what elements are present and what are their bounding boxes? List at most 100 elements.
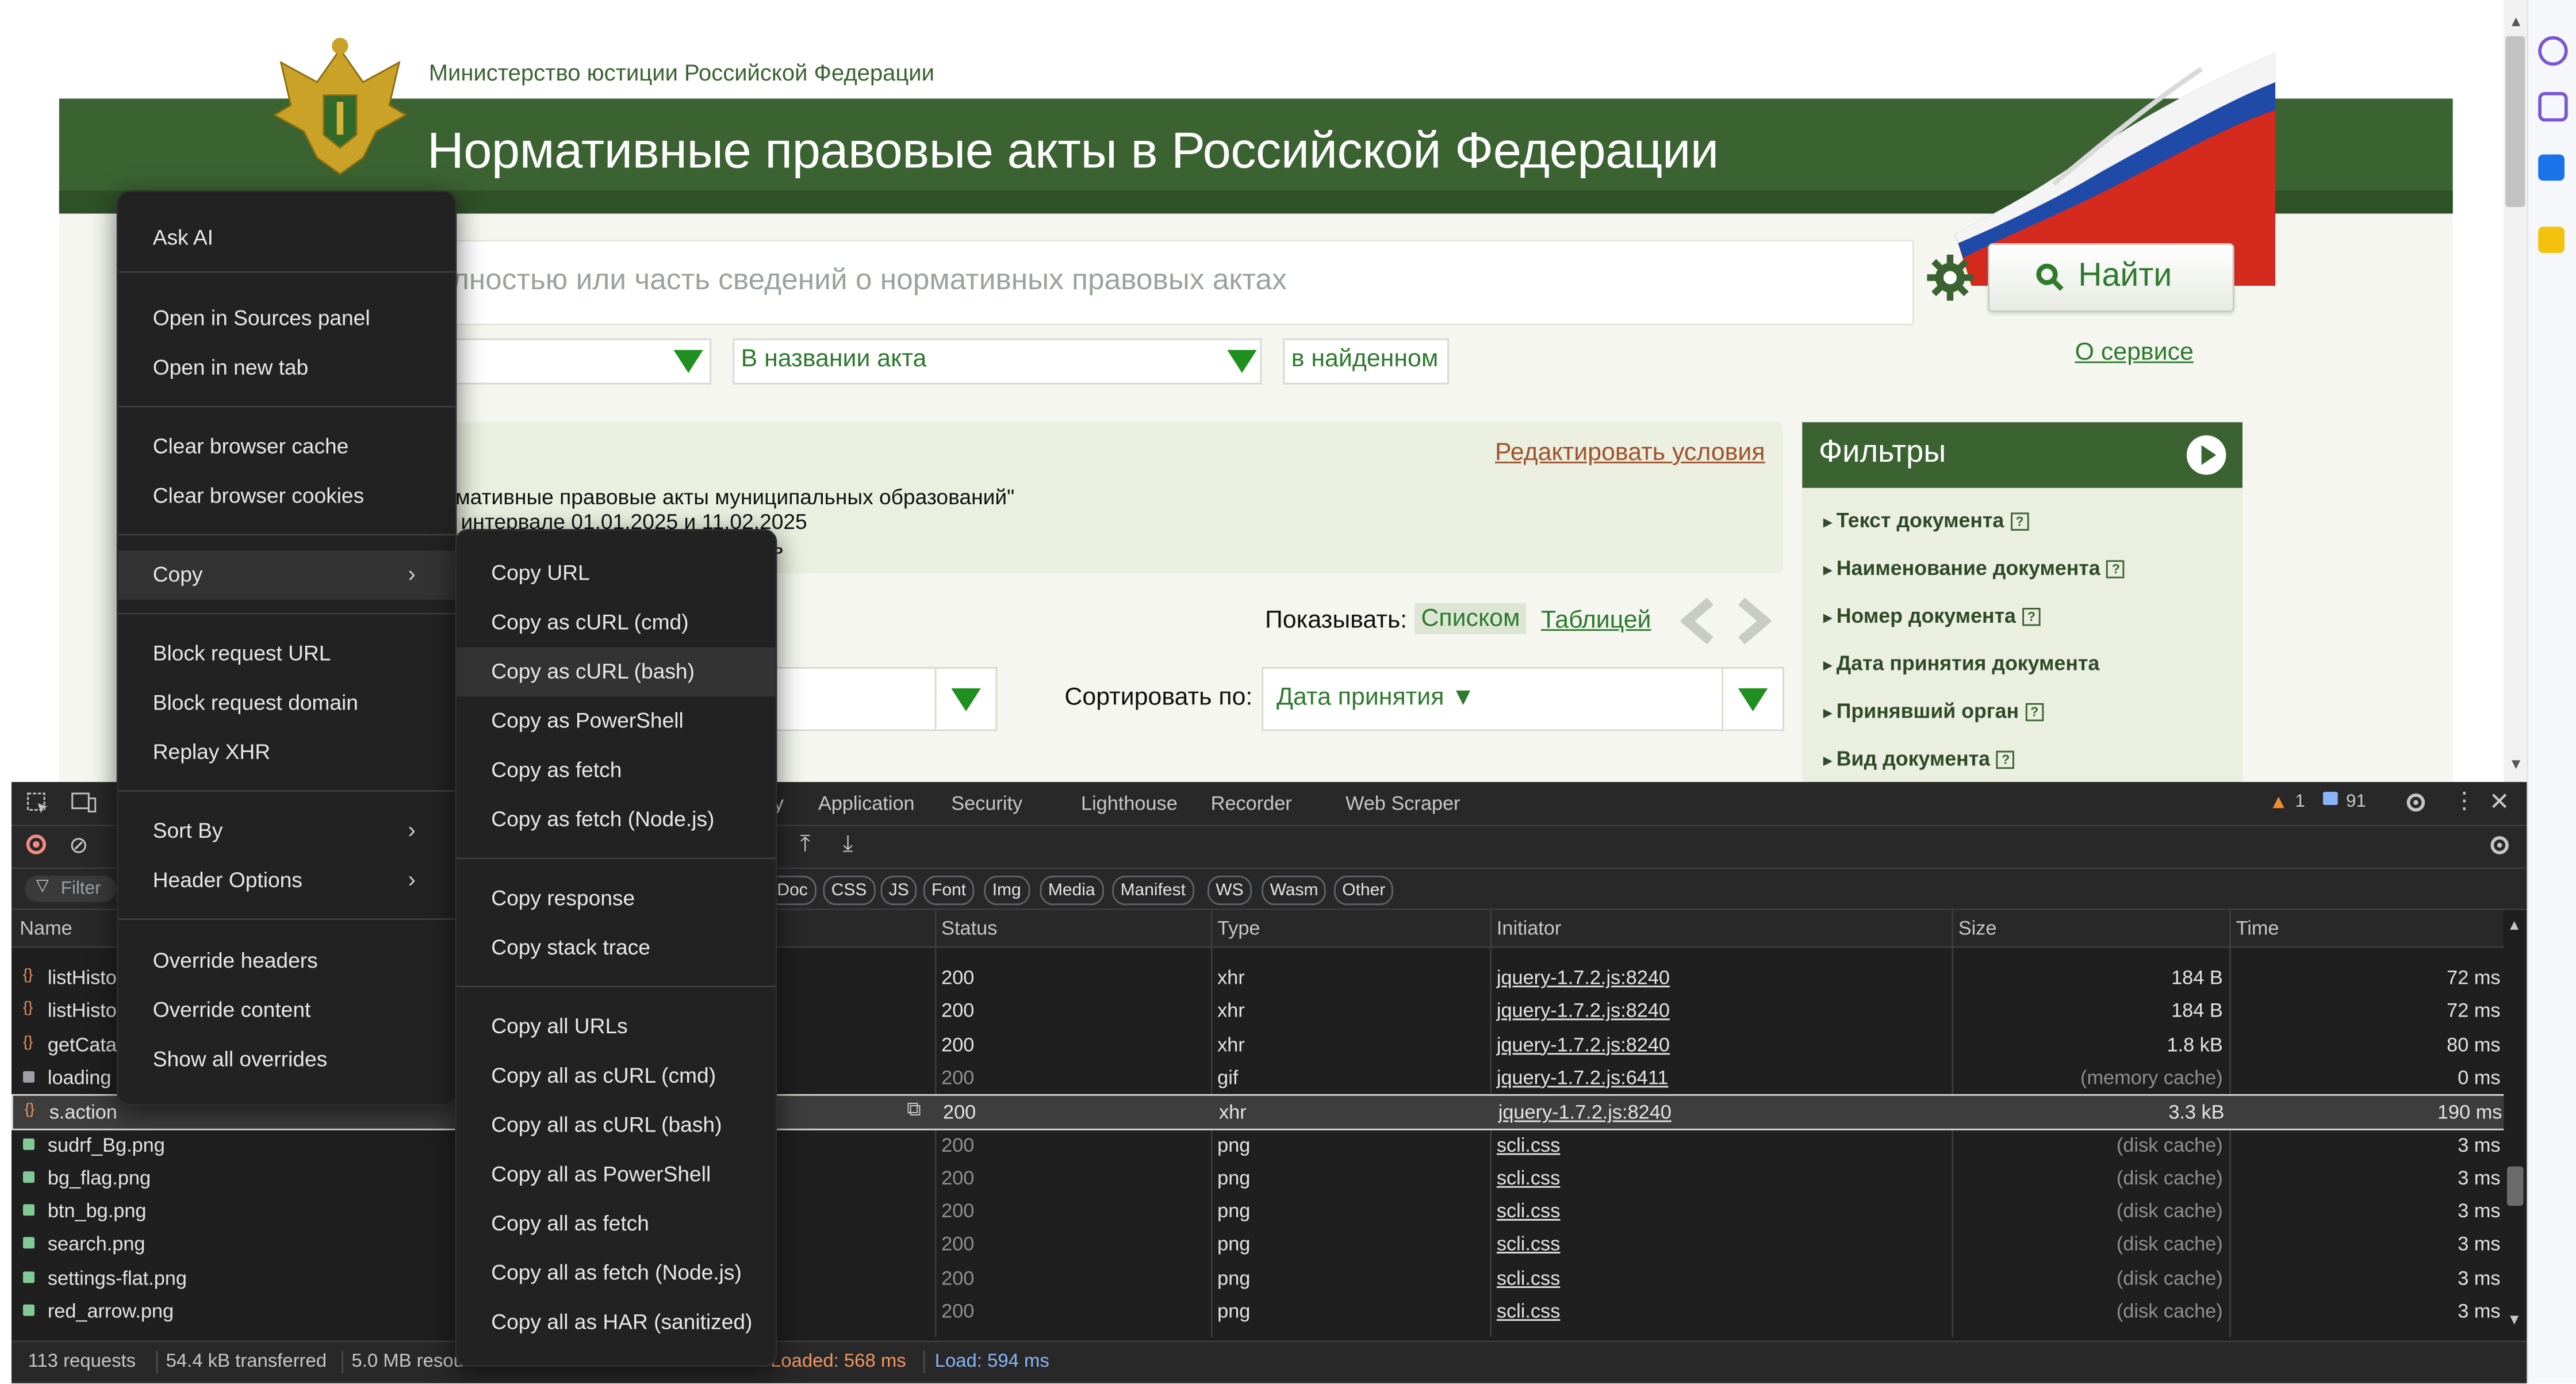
type-filter-wasm[interactable]: Wasm xyxy=(1262,875,1327,906)
show-as-table-link[interactable]: Таблицей xyxy=(1541,606,1651,634)
copy-item-copy-as-fetch[interactable]: Copy as fetch xyxy=(457,746,775,795)
menu-item-block-request-url[interactable]: Block request URL xyxy=(118,629,455,678)
network-scrollbar-thumb[interactable] xyxy=(2507,1166,2524,1206)
clear-log-icon[interactable]: ⊘ xyxy=(69,831,89,860)
filter-item[interactable]: ▸ Вид документа? xyxy=(1823,747,2015,770)
col-time[interactable]: Time xyxy=(2236,917,2279,940)
edit-conditions-link[interactable]: Редактировать условия xyxy=(1495,439,1765,467)
filters-toggle-icon[interactable] xyxy=(2186,435,2226,475)
search-in-found-checkbox[interactable]: в найденном xyxy=(1283,338,1449,385)
help-icon[interactable]: ? xyxy=(1996,750,2015,769)
copy-item-copy-stack-trace[interactable]: Copy stack trace xyxy=(457,923,775,973)
col-size[interactable]: Size xyxy=(1958,917,1997,940)
warning-icon[interactable]: ▲ xyxy=(2269,790,2288,813)
replay-request-icon[interactable]: ⧉ xyxy=(907,1098,921,1122)
request-initiator-link[interactable]: jquery-1.7.2.js:8240 xyxy=(1497,999,1670,1022)
col-status[interactable]: Status xyxy=(941,917,997,940)
network-request-row[interactable]: settings-flat.png 200 png scli.css (disk cac… xyxy=(12,1261,2504,1294)
message-icon[interactable] xyxy=(2323,792,2338,805)
menu-item-clear-browser-cache[interactable]: Clear browser cache xyxy=(118,422,455,471)
type-filter-media[interactable]: Media xyxy=(1040,875,1103,906)
next-page-arrow-icon[interactable] xyxy=(1735,598,1771,644)
scroll-up-icon[interactable]: ▲ xyxy=(2507,917,2521,933)
close-devtools-icon[interactable]: ✕ xyxy=(2489,787,2510,816)
copy-item-copy-all-urls[interactable]: Copy all URLs xyxy=(457,1002,775,1052)
tab-web-scraper[interactable]: Web Scraper xyxy=(1346,792,1460,815)
menu-item-header-options[interactable]: Header Options › xyxy=(118,856,455,906)
messages-count[interactable]: 91 xyxy=(2346,792,2366,811)
import-har-icon[interactable]: ⤒ xyxy=(800,830,810,858)
request-initiator-link[interactable]: scli.css xyxy=(1497,1133,1560,1156)
filter-item[interactable]: ▸ Дата принятия документа xyxy=(1823,652,2099,675)
network-scrollbar[interactable] xyxy=(2504,910,2527,1337)
help-icon[interactable]: ? xyxy=(2107,560,2125,578)
network-request-row[interactable]: btn_bg.png 200 png scli.css (disk cache) 3 ms xyxy=(12,1194,2504,1227)
type-filter-font[interactable]: Font xyxy=(923,875,975,906)
network-request-row[interactable]: search.png 200 png scli.css (disk cache) 3 ms xyxy=(12,1228,2504,1260)
filters-header[interactable]: Фильтры xyxy=(1802,422,2242,488)
filter-input[interactable]: ▽ Filter xyxy=(24,875,117,902)
menu-item-show-all-overrides[interactable]: Show all overrides xyxy=(118,1035,455,1084)
network-request-row[interactable]: bg_flag.png 200 png scli.css (disk cache) 3 m… xyxy=(12,1161,2504,1194)
database-icon[interactable] xyxy=(2538,154,2564,181)
copy-item-copy-url[interactable]: Copy URL xyxy=(457,549,775,598)
search-input[interactable]: лностью или часть сведений о нормативных… xyxy=(452,263,1287,297)
copy-item-copy-response[interactable]: Copy response xyxy=(457,874,775,923)
filter-item[interactable]: ▸ Наименование документа? xyxy=(1823,557,2125,580)
col-initiator[interactable]: Initiator xyxy=(1497,917,1561,940)
device-toolbar-icon[interactable] xyxy=(71,792,97,815)
scroll-up-icon[interactable]: ▲ xyxy=(2509,13,2523,30)
extension-icon[interactable] xyxy=(2538,92,2568,122)
tab-recorder[interactable]: Recorder xyxy=(1211,792,1292,815)
help-icon[interactable]: ? xyxy=(2025,703,2044,722)
scroll-down-icon[interactable]: ▼ xyxy=(2507,1311,2521,1328)
menu-item-copy[interactable]: Copy › xyxy=(118,550,455,600)
find-button[interactable]: Найти xyxy=(1988,243,2234,312)
record-icon[interactable] xyxy=(26,834,46,854)
request-initiator-link[interactable]: jquery-1.7.2.js:8240 xyxy=(1497,966,1670,989)
copy-item-copy-as-curl-cmd[interactable]: Copy as cURL (cmd) xyxy=(457,598,775,647)
copy-item-copy-all-as-fetch[interactable]: Copy all as fetch xyxy=(457,1199,775,1249)
menu-item-override-content[interactable]: Override content xyxy=(118,986,455,1035)
export-har-icon[interactable]: ⤓ xyxy=(843,830,853,858)
copy-item-copy-all-as-curl-cmd[interactable]: Copy all as cURL (cmd) xyxy=(457,1052,775,1101)
about-service-link[interactable]: О сервисе xyxy=(2075,339,2194,367)
filter-item[interactable]: ▸ Номер документа? xyxy=(1823,604,2041,627)
copy-item-copy-all-as-har-sanitized[interactable]: Copy all as HAR (sanitized) xyxy=(457,1298,775,1347)
request-initiator-link[interactable]: scli.css xyxy=(1497,1266,1560,1289)
type-filter-doc[interactable]: Doc xyxy=(770,875,816,906)
menu-item-clear-browser-cookies[interactable]: Clear browser cookies xyxy=(118,471,455,521)
sort-by-select[interactable]: Дата принятия ▼ xyxy=(1262,667,1784,731)
network-request-row[interactable]: sudrf_Bg.png 200 png scli.css (disk cache) 3 … xyxy=(12,1128,2504,1160)
python-icon[interactable] xyxy=(2538,227,2564,253)
request-initiator-link[interactable]: scli.css xyxy=(1497,1233,1560,1256)
type-filter-other[interactable]: Other xyxy=(1334,875,1394,906)
extension-icon[interactable] xyxy=(2538,36,2568,66)
prev-page-arrow-icon[interactable] xyxy=(1680,598,1717,644)
tab-lighthouse[interactable]: Lighthouse xyxy=(1081,792,1178,815)
settings-gear-icon[interactable] xyxy=(1926,253,1975,302)
menu-item-open-in-sources-panel[interactable]: Open in Sources panel xyxy=(118,294,455,343)
type-filter-img[interactable]: Img xyxy=(984,875,1030,906)
network-settings-icon[interactable] xyxy=(2487,833,2512,858)
type-filter-manifest[interactable]: Manifest xyxy=(1112,875,1194,906)
copy-item-copy-all-as-curl-bash[interactable]: Copy all as cURL (bash) xyxy=(457,1101,775,1150)
devtools-settings-icon[interactable] xyxy=(2404,790,2428,815)
request-initiator-link[interactable]: jquery-1.7.2.js:8240 xyxy=(1497,1033,1670,1056)
network-request-row[interactable]: red_arrow.png 200 png scli.css (disk cache) 3… xyxy=(12,1294,2504,1327)
menu-item-ask-ai[interactable]: Ask AI xyxy=(118,213,455,263)
request-initiator-link[interactable]: scli.css xyxy=(1497,1299,1560,1322)
menu-item-sort-by[interactable]: Sort By › xyxy=(118,807,455,856)
copy-item-copy-as-curl-bash[interactable]: Copy as cURL (bash) xyxy=(457,647,776,697)
request-initiator-link[interactable]: scli.css xyxy=(1497,1199,1560,1222)
col-type[interactable]: Type xyxy=(1217,917,1260,940)
menu-item-open-in-new-tab[interactable]: Open in new tab xyxy=(118,343,455,393)
request-initiator-link[interactable]: jquery-1.7.2.js:6411 xyxy=(1497,1066,1669,1089)
search-scope-select[interactable] xyxy=(432,338,712,385)
type-filter-ws[interactable]: WS xyxy=(1208,875,1252,906)
copy-item-copy-as-fetch-node-js[interactable]: Copy as fetch (Node.js) xyxy=(457,795,775,845)
request-initiator-link[interactable]: jquery-1.7.2.js:8240 xyxy=(1498,1101,1672,1124)
copy-item-copy-as-powershell[interactable]: Copy as PowerShell xyxy=(457,696,775,746)
filter-item[interactable]: ▸ Текст документа? xyxy=(1823,509,2029,532)
search-field-select[interactable]: В названии акта xyxy=(733,338,1262,385)
